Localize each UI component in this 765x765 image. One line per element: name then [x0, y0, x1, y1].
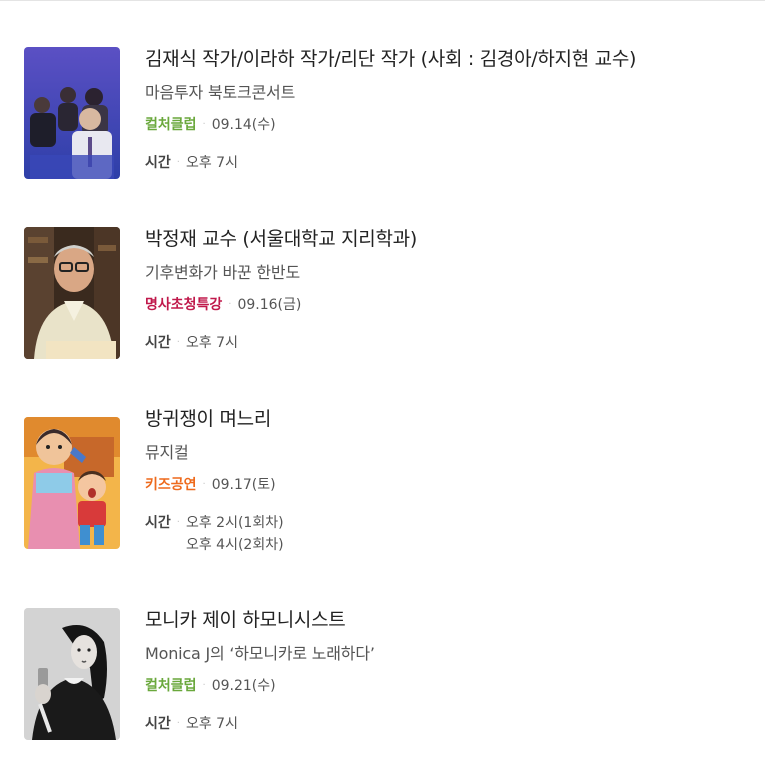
event-meta: 키즈공연 · 09.17(토) [145, 476, 745, 494]
separator-dot: · [202, 680, 206, 691]
event-subtitle: 기후변화가 바꾼 한반도 [145, 263, 300, 282]
event-category-badge: 컬처클럽 [145, 678, 197, 694]
event-subtitle: Monica J의 ‘하모니카로 노래하다’ [145, 644, 375, 663]
event-date: 09.14(수) [211, 117, 276, 133]
separator-dot: · [202, 119, 206, 130]
time-label: 시간 [145, 716, 171, 732]
separator-dot: · [228, 299, 232, 310]
event-thumbnail[interactable] [24, 608, 120, 740]
event-time-row: 시간 · 오후 7시 [145, 332, 745, 354]
event-category-badge: 컬처클럽 [145, 117, 197, 133]
event-date: 09.17(토) [211, 477, 276, 493]
event-date: 09.21(수) [211, 678, 276, 694]
event-meta: 컬처클럽 · 09.21(수) [145, 677, 745, 695]
event-time: 오후 7시 [185, 155, 238, 171]
event-thumbnail[interactable] [24, 417, 120, 549]
separator-dot: · [176, 718, 180, 729]
event-category-badge: 명사초청특강 [145, 297, 223, 313]
top-divider [0, 0, 765, 1]
event-title[interactable]: 방귀쟁이 며느리 [145, 407, 745, 431]
event-meta: 컬처클럽 · 09.14(수) [145, 116, 745, 134]
event-time-row: 시간 · 오후 2시(1회차) 오후 4시(2회차) [145, 512, 745, 556]
event-title[interactable]: 박정재 교수 (서울대학교 지리학과) [145, 227, 745, 251]
time-label: 시간 [145, 335, 171, 351]
event-time: 오후 7시 [185, 716, 238, 732]
event-time-row: 시간 · 오후 7시 [145, 713, 745, 735]
event-title[interactable]: 김재식 작가/이라하 작가/리단 작가 (사회 : 김경아/하지현 교수) [145, 47, 745, 71]
event-time-row: 시간 · 오후 7시 [145, 152, 745, 174]
event-time: 오후 7시 [185, 335, 238, 351]
event-time: 오후 4시(2회차) [185, 537, 284, 553]
time-label: 시간 [145, 515, 171, 531]
event-meta: 명사초청특강 · 09.16(금) [145, 296, 745, 314]
event-category-badge: 키즈공연 [145, 477, 197, 493]
event-subtitle: 뮤지컬 [145, 443, 189, 462]
separator-dot: · [176, 517, 180, 528]
separator-dot: · [176, 337, 180, 348]
separator-dot: · [202, 479, 206, 490]
event-title[interactable]: 모니카 제이 하모니시스트 [145, 608, 745, 632]
event-thumbnail[interactable] [24, 227, 120, 359]
event-date: 09.16(금) [237, 297, 302, 313]
separator-dot: · [176, 157, 180, 168]
event-time: 오후 2시(1회차) [185, 515, 284, 531]
event-subtitle: 마음투자 북토크콘서트 [145, 83, 296, 102]
event-thumbnail[interactable] [24, 47, 120, 179]
time-label: 시간 [145, 155, 171, 171]
